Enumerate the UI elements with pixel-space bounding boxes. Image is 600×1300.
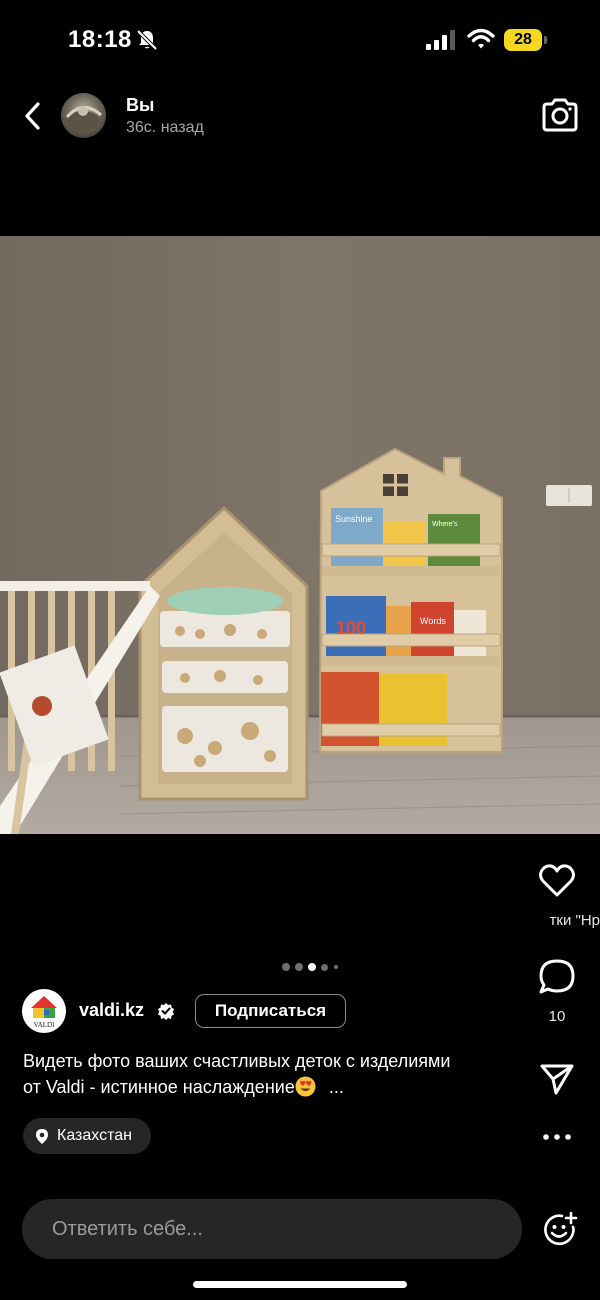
follow-button[interactable]: Подписаться — [195, 994, 346, 1028]
valdi-logo-icon: VALDI — [31, 996, 57, 1029]
post-caption[interactable]: Видеть фото ваших счастливых деток с изд… — [23, 1048, 513, 1100]
status-bar: 18:18 28 — [0, 0, 600, 80]
home-indicator[interactable] — [193, 1281, 407, 1288]
comment-icon[interactable] — [538, 958, 576, 996]
heart-icon[interactable] — [538, 862, 576, 898]
svg-text:Sunshine: Sunshine — [335, 514, 373, 524]
account-username[interactable]: valdi.kz — [79, 1000, 144, 1021]
location-chip[interactable]: Казахстан — [23, 1118, 151, 1154]
story-header: Вы 36с. назад — [0, 86, 600, 146]
account-avatar[interactable]: VALDI — [22, 989, 66, 1033]
svg-text:Words: Words — [420, 616, 446, 626]
back-chevron-icon[interactable] — [22, 101, 44, 131]
battery-tip — [544, 36, 547, 44]
bell-slash-icon — [136, 29, 158, 51]
carousel-dot — [295, 963, 303, 971]
bookshelf-house: Sunshine Where's 100 Words — [318, 447, 503, 753]
send-icon[interactable] — [539, 1062, 575, 1096]
status-time: 18:18 — [68, 26, 132, 53]
more-icon[interactable] — [542, 1132, 572, 1142]
valdi-logo-text: VALDI — [34, 1021, 56, 1029]
user-avatar[interactable] — [61, 93, 106, 138]
carousel-dot — [334, 965, 338, 969]
caption-line-2: от Valdi - истинное наслаждение — [23, 1077, 295, 1097]
svg-text:Where's: Where's — [432, 521, 458, 528]
carousel-dot — [321, 964, 328, 971]
heart-eyes-emoji-icon — [295, 1076, 316, 1097]
location-label: Казахстан — [57, 1127, 132, 1144]
wifi-icon — [467, 28, 495, 49]
carousel-dot — [282, 963, 290, 971]
story-owner-name[interactable]: Вы — [126, 95, 154, 116]
caption-line-1: Видеть фото ваших счастливых деток с изд… — [23, 1051, 451, 1071]
photo-illustration: Sunshine Where's 100 Words — [0, 236, 600, 834]
add-reaction-emoji-icon[interactable] — [542, 1211, 578, 1247]
reaction-caption: тки "Нр — [549, 912, 600, 929]
carousel-dot-active — [308, 963, 316, 971]
signal-icon — [426, 30, 455, 50]
avatar-image — [65, 106, 102, 131]
camera-icon[interactable] — [540, 97, 580, 133]
reply-input[interactable] — [22, 1199, 522, 1259]
battery-level: 28 — [514, 31, 532, 48]
story-time-ago: 36с. назад — [126, 119, 204, 136]
caption-more[interactable]: ... — [329, 1077, 344, 1097]
battery-indicator: 28 — [504, 29, 548, 51]
story-photo[interactable]: Sunshine Where's 100 Words — [0, 236, 600, 834]
verified-badge-icon — [158, 1003, 174, 1020]
comment-count: 10 — [548, 1008, 566, 1025]
svg-text:100: 100 — [336, 618, 366, 638]
location-pin-icon — [36, 1129, 48, 1144]
